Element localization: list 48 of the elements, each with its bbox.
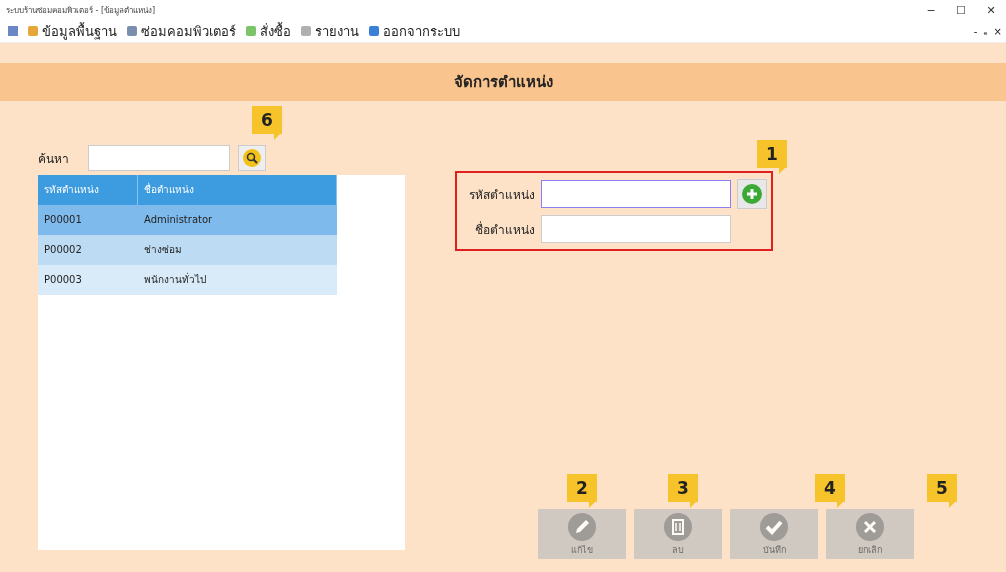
menu-item[interactable]: สั่งซื้อ: [246, 20, 291, 42]
plus-icon: [741, 183, 763, 205]
table-cell-text: P00002: [43, 243, 83, 257]
page-title: จัดการตำแหน่ง: [453, 72, 553, 93]
callout-badge: 4: [815, 474, 845, 508]
table-cell-text: P00001: [43, 213, 83, 227]
pencil-icon: [567, 511, 597, 542]
callout-badge: 1: [757, 140, 787, 174]
window-title: ระบบร้านซ่อมคอมพิวเตอร์ - [ข้อมูลตำแหน่ง]: [6, 4, 157, 17]
mdi-restore-button[interactable]: ₑ: [983, 25, 988, 37]
callout-badge: 6: [252, 106, 282, 140]
menu-item[interactable]: ข้อมูลพื้นฐาน: [28, 20, 117, 42]
table-row[interactable]: P00003 พนักงานทั่วไป: [38, 265, 337, 295]
menu-item[interactable]: ออกจากระบบ: [369, 20, 460, 42]
menu-item[interactable]: รายงาน: [301, 20, 359, 42]
table-cell-text: พนักงานทั่วไป: [143, 271, 207, 287]
search-icon: [242, 148, 262, 168]
mdi-close-button[interactable]: ×: [993, 25, 1002, 37]
menu-item[interactable]: ซ่อมคอมพิวเตอร์: [127, 20, 236, 42]
field-label: รหัสตำแหน่ง: [468, 186, 535, 204]
callout-badge: 2: [567, 474, 597, 508]
menu-icon: [246, 26, 256, 36]
table-cell-text: ช่างซ่อม: [143, 243, 183, 257]
add-button[interactable]: [737, 179, 767, 209]
menu-icon: [301, 26, 311, 36]
field-label: ชื่อตำแหน่ง: [474, 220, 535, 239]
input-field[interactable]: [541, 180, 731, 208]
close-icon: [855, 511, 885, 542]
minimize-button[interactable]: −: [916, 3, 946, 17]
callout-badge: 3: [668, 474, 698, 508]
trash-icon: [663, 511, 693, 542]
close-button[interactable]: ✕: [976, 3, 1006, 17]
search-button[interactable]: [238, 145, 266, 171]
check-icon: [759, 511, 789, 542]
search-label: ค้นหา: [38, 150, 70, 168]
table-row[interactable]: P00002 ช่างซ่อม: [38, 235, 337, 265]
callout-badge: 5: [927, 474, 957, 508]
menu-icon: [28, 26, 38, 36]
table-cell-text: Administrator: [143, 213, 214, 227]
table-row[interactable]: P00001 Administrator: [38, 205, 337, 235]
maximize-button[interactable]: ☐: [946, 3, 976, 17]
mdi-minimize-button[interactable]: -: [973, 25, 978, 37]
input-field[interactable]: [541, 215, 731, 243]
search-field[interactable]: [88, 145, 230, 171]
menu-icon: [127, 26, 137, 36]
app-icon: [8, 26, 18, 36]
table-cell-text: P00003: [43, 273, 83, 287]
menu-icon: [369, 26, 379, 36]
